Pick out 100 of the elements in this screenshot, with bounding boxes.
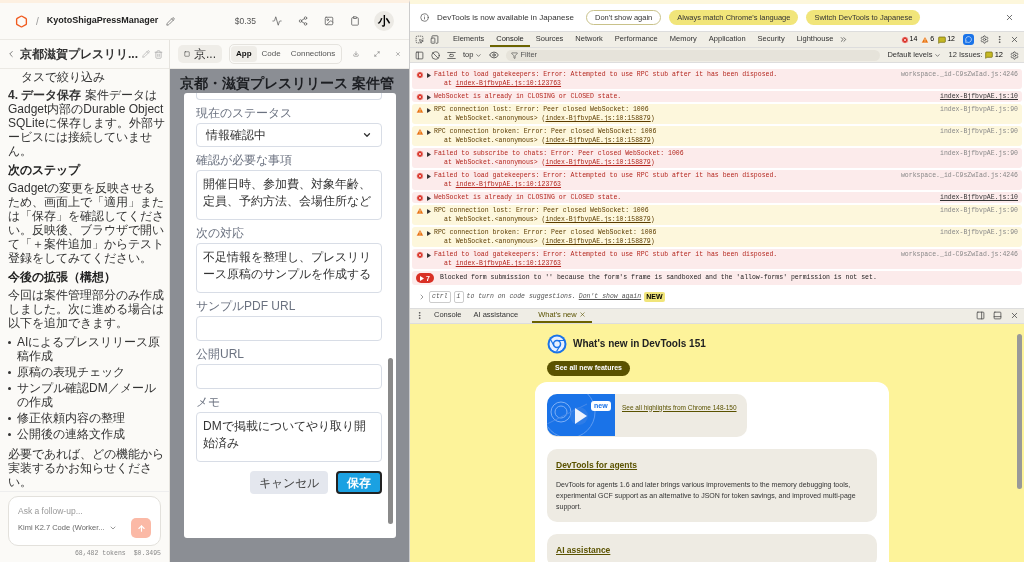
more-tabs-icon[interactable] — [839, 35, 849, 44]
chevron-down-icon — [475, 51, 483, 59]
prompt-icon — [418, 292, 426, 301]
chevron-down-icon — [108, 524, 117, 532]
share-icon[interactable] — [298, 16, 308, 26]
message-icon — [984, 51, 993, 59]
paragraph: 今回は案件管理部分のみ作成しました。次に進める場合は以下を追加できます。 — [8, 288, 165, 330]
paragraph: 4. データ保存 案件データはGadget内部のDurable Object SQLiteに保存します。外部サービスには接続していません。 — [8, 88, 165, 158]
caret-icon[interactable] — [427, 253, 431, 258]
error-icon — [900, 35, 909, 44]
input-field[interactable] — [196, 364, 382, 389]
project-title: KyotoShigaPressManager — [46, 14, 159, 28]
warning-icon — [416, 106, 424, 114]
info-icon — [420, 13, 429, 22]
caret-icon[interactable] — [427, 209, 431, 214]
inspect-icon[interactable] — [415, 35, 424, 44]
error-icon — [416, 150, 424, 158]
select-field[interactable]: 情報確認中 — [196, 123, 382, 147]
tab[interactable]: Code — [256, 46, 286, 62]
list-item: サンプル確認DM／メールの作成 — [17, 381, 157, 409]
logo-icon — [547, 333, 567, 354]
input-field[interactable] — [196, 316, 382, 341]
error-icon — [416, 172, 424, 180]
eye-icon[interactable] — [489, 50, 500, 60]
sidebar-icon[interactable] — [415, 50, 424, 60]
error-icon — [416, 93, 424, 101]
field-label: 現在のステータス — [196, 107, 293, 120]
menu-icon[interactable] — [415, 311, 424, 320]
paragraph: Gadgetの変更を反映させるため、画面上で「適用」または「保存」を確認してください。反映後、ブラウザで開いて「＋案件追加」からテスト登録をしてみてください。 — [8, 181, 165, 265]
heading: 次のステップ — [8, 163, 82, 177]
caret-icon[interactable] — [427, 95, 431, 100]
caret-icon[interactable] — [427, 152, 431, 157]
back-icon[interactable] — [6, 49, 16, 59]
edit-icon[interactable] — [166, 16, 176, 26]
device-icon[interactable] — [430, 35, 439, 44]
text-area[interactable]: 開催日時、参加費、対象年齢、定員、予約方法、会場住所など — [196, 170, 382, 220]
logo-icon[interactable] — [15, 14, 28, 28]
ai-assistant-icon[interactable] — [963, 34, 974, 45]
paragraph: 必要であれば、どの機能から実装するかお知らせください。 — [8, 447, 165, 489]
caret-icon[interactable] — [427, 130, 431, 135]
clear-icon[interactable] — [431, 50, 440, 60]
image-icon[interactable] — [324, 16, 334, 26]
page-title: 京都・滋賀プレスリリース 案件管 — [180, 74, 395, 92]
close-icon[interactable] — [1005, 13, 1014, 22]
cancel-button[interactable]: キャンセル — [250, 471, 328, 494]
warning-icon — [416, 229, 424, 237]
dock-bottom-icon[interactable] — [993, 311, 1002, 320]
field-label: 次の対応 — [196, 227, 245, 240]
cost-label: $0.35 — [234, 14, 256, 28]
breadcrumb-separator: / — [36, 14, 39, 29]
heading: 今後の拡張（構想） — [8, 270, 117, 284]
list-item: 原稿の表現チェック — [17, 365, 125, 379]
tab[interactable]: App — [231, 46, 257, 62]
menu-icon[interactable] — [995, 35, 1004, 44]
input-field[interactable]: Ask a follow-up... — [18, 505, 151, 518]
dock-right-icon[interactable] — [976, 311, 985, 320]
infobar-message: DevTools is now available in Japanese — [437, 11, 574, 24]
play-icon — [420, 275, 424, 281]
clipboard-icon[interactable] — [350, 16, 360, 26]
activity-icon[interactable] — [272, 16, 282, 26]
list-item: 修正依頼内容の整理 — [17, 411, 125, 425]
settings-icon[interactable] — [1010, 50, 1019, 60]
caret-icon[interactable] — [427, 196, 431, 201]
list-item: AIによるプレスリリース原稿作成 — [17, 335, 162, 363]
list-item: 公開後の連絡文作成 — [17, 427, 125, 441]
field-label: メモ — [196, 396, 221, 409]
avatar[interactable]: 小 — [374, 11, 394, 31]
close-icon[interactable] — [578, 311, 586, 318]
error-icon — [416, 194, 424, 202]
warning-icon — [416, 207, 424, 215]
text-area[interactable]: 不足情報を整理し、プレスリリース原稿のサンプルを作成する — [196, 243, 382, 293]
field-label: 公開URL — [196, 348, 245, 361]
error-icon — [416, 71, 424, 79]
feature-link[interactable]: DevTools for agents — [556, 458, 638, 472]
chevron-down-icon — [934, 51, 942, 59]
message-icon — [938, 35, 947, 44]
caret-icon[interactable] — [427, 174, 431, 179]
warning-icon — [416, 128, 424, 136]
error-icon — [416, 251, 424, 259]
caret-icon[interactable] — [427, 108, 431, 113]
close-icon[interactable] — [1010, 35, 1019, 44]
text-area[interactable]: DMで掲載についてやり取り開始済み — [196, 412, 382, 462]
arrow-up-icon — [136, 523, 146, 533]
chevron-down-icon — [362, 130, 372, 140]
chat-title: 京都滋賀プレスリリ... — [20, 46, 138, 63]
feature-link[interactable]: AI assistance — [556, 544, 611, 557]
whats-new-title: What's new in DevTools 151 — [573, 337, 706, 351]
tab[interactable]: Connections — [285, 46, 341, 62]
warning-icon — [921, 35, 930, 44]
filter-icon — [511, 51, 519, 59]
scroll-icon[interactable] — [447, 50, 456, 60]
field-label: サンプルPDF URL — [196, 300, 297, 313]
close-icon[interactable] — [1010, 311, 1019, 320]
settings-icon[interactable] — [980, 35, 989, 44]
paragraph: タスで絞り込み — [20, 70, 106, 84]
file-button[interactable]: 京... — [178, 45, 222, 63]
field-label: 確認が必要な事項 — [196, 154, 293, 167]
caret-icon[interactable] — [427, 73, 431, 78]
expand-icon[interactable] — [374, 49, 381, 59]
caret-icon[interactable] — [427, 231, 431, 236]
